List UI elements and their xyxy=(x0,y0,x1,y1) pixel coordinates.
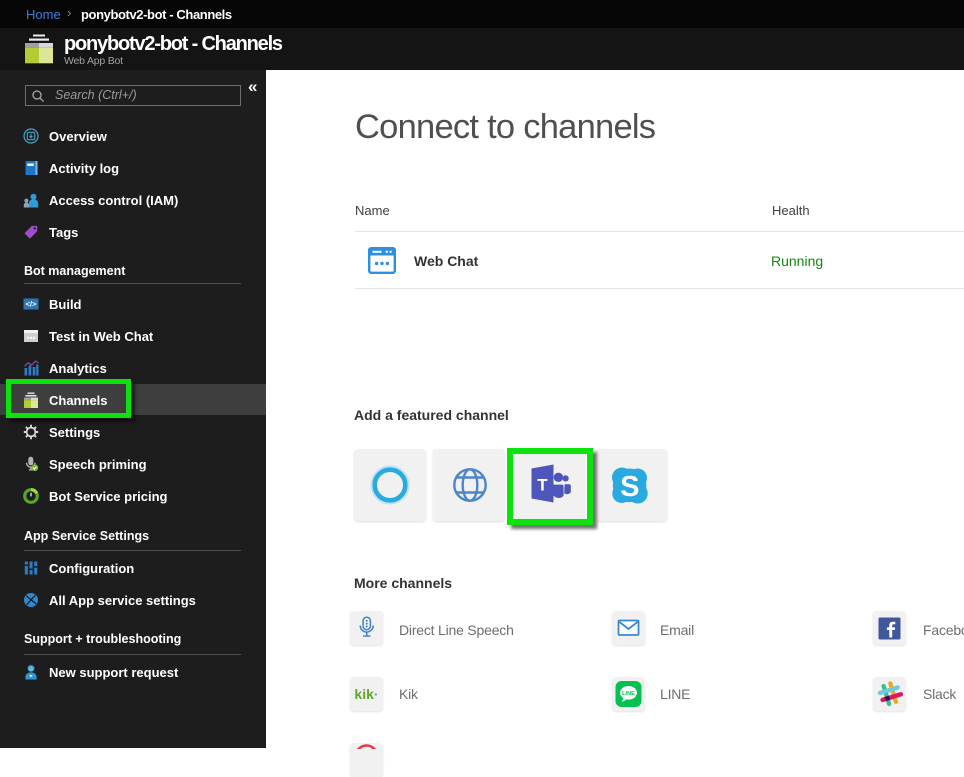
svg-text:</>: </> xyxy=(26,300,37,309)
svg-text:T: T xyxy=(537,476,548,495)
svg-text:LINE: LINE xyxy=(622,691,635,697)
svg-text:S: S xyxy=(620,471,639,503)
